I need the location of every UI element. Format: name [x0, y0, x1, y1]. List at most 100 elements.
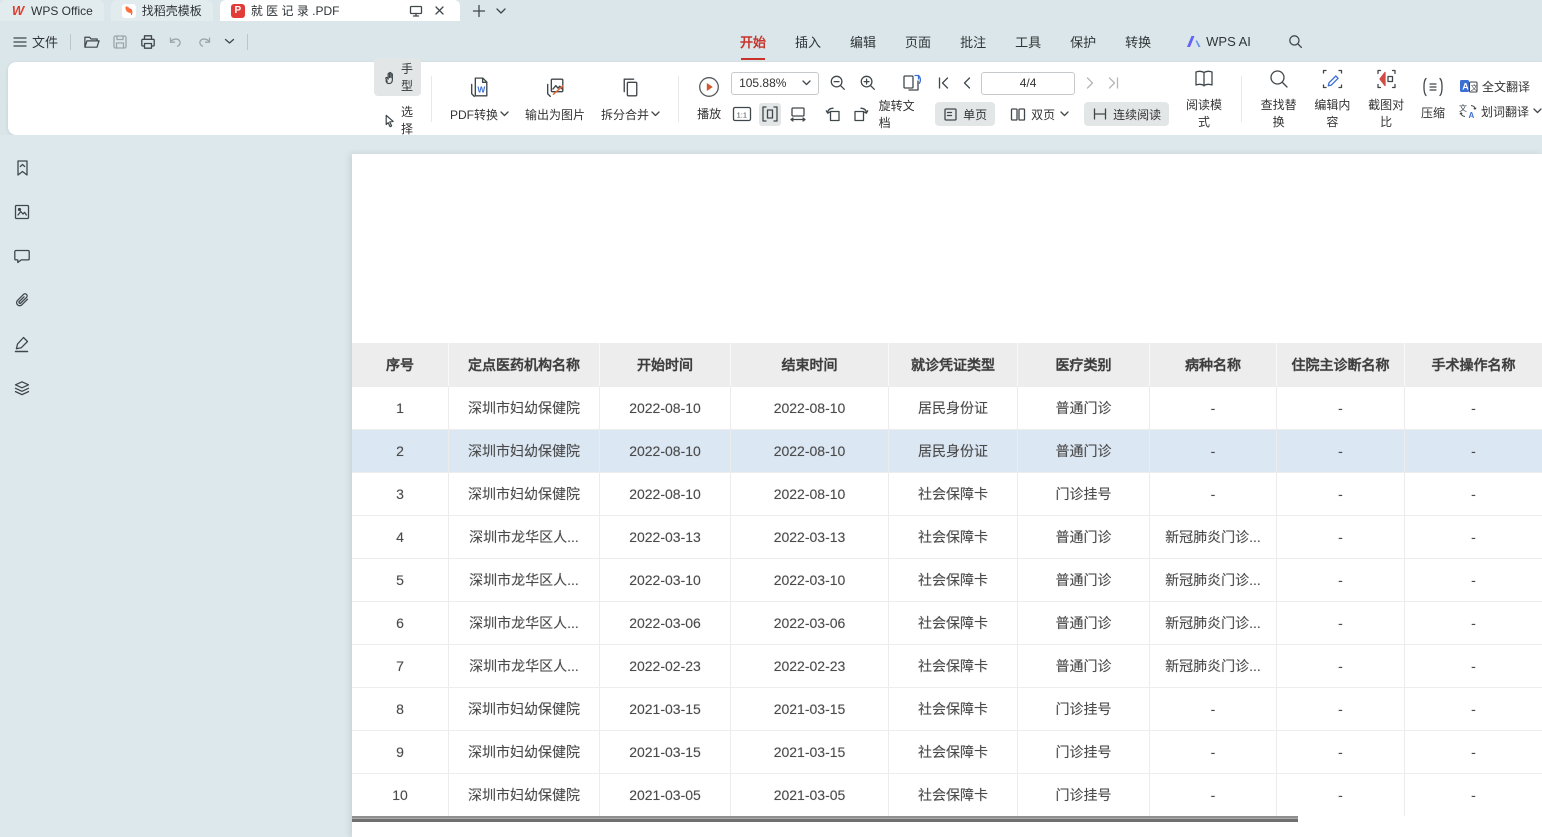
rotate-left-button[interactable] — [822, 103, 843, 126]
tab-bar: W WPS Office 找稻壳模板 P 就 医 记 录 .PDF — [0, 0, 1542, 21]
tab-docer-templates[interactable]: 找稻壳模板 — [111, 0, 213, 21]
chevron-down-icon — [1060, 111, 1069, 117]
table-cell: 社会保障卡 — [889, 473, 1018, 515]
compress-button[interactable]: 压缩 — [1413, 76, 1453, 121]
single-page-view-button[interactable]: 单页 — [935, 102, 995, 126]
ribbon-toolbar: 手型 选择 W PDF转换 输出为图片 — [8, 62, 1542, 135]
next-page-button[interactable] — [1082, 72, 1098, 94]
play-slideshow-button[interactable]: 播放 — [689, 75, 729, 122]
wps-ai-button[interactable]: WPS AI — [1186, 34, 1251, 49]
share-to-screen-icon[interactable] — [407, 2, 425, 20]
table-cell: - — [1405, 731, 1542, 773]
previous-page-button[interactable] — [958, 72, 974, 94]
table-header-cell: 就诊凭证类型 — [889, 343, 1018, 386]
menu-page[interactable]: 页面 — [905, 32, 931, 51]
zoom-level-select[interactable]: 105.88% — [731, 72, 819, 95]
find-replace-button[interactable]: 查找替换 — [1252, 68, 1306, 130]
menu-edit[interactable]: 编辑 — [850, 32, 876, 51]
table-cell: 新冠肺炎门诊... — [1150, 602, 1277, 644]
table-cell: 社会保障卡 — [889, 559, 1018, 601]
print-icon[interactable] — [140, 34, 156, 50]
close-tab-icon[interactable] — [431, 2, 449, 20]
table-cell: - — [1150, 473, 1277, 515]
table-cell: 居民身份证 — [889, 387, 1018, 429]
menu-home[interactable]: 开始 — [740, 32, 766, 51]
comment-icon[interactable] — [11, 245, 33, 267]
bookmark-icon[interactable] — [11, 157, 33, 179]
tab-document-active[interactable]: P 就 医 记 录 .PDF — [220, 0, 460, 21]
open-file-icon[interactable] — [83, 34, 100, 50]
table-cell: 2022-03-10 — [731, 559, 889, 601]
fit-width-button[interactable] — [788, 103, 809, 126]
attachment-icon[interactable] — [11, 289, 33, 311]
chevron-down-icon — [500, 111, 509, 117]
zoom-in-button[interactable] — [856, 72, 879, 95]
undo-icon[interactable] — [168, 35, 184, 49]
table-row: 7深圳市龙华区人...2022-02-232022-02-23社会保障卡普通门诊… — [352, 644, 1542, 687]
read-mode-button[interactable]: 阅读模式 — [1177, 68, 1231, 130]
replace-pages-button[interactable] — [900, 72, 923, 95]
table-header-cell: 序号 — [352, 343, 449, 386]
table-cell: 10 — [352, 774, 449, 816]
redo-icon[interactable] — [196, 35, 212, 49]
document-tab-title: 就 医 记 录 .PDF — [251, 2, 340, 19]
global-search-icon[interactable] — [1288, 34, 1303, 49]
file-menu-button[interactable]: 文件 — [13, 32, 58, 51]
table-cell: 3 — [352, 473, 449, 515]
table-cell: 8 — [352, 688, 449, 730]
edit-content-button[interactable]: 编辑内容 — [1306, 68, 1360, 130]
full-text-translate-button[interactable]: A 文 全文翻译 — [1459, 78, 1542, 95]
word-translate-button[interactable]: 文 A 划词翻译 — [1459, 103, 1542, 120]
table-cell: 社会保障卡 — [889, 774, 1018, 816]
layers-icon[interactable] — [11, 377, 33, 399]
table-row: 4深圳市龙华区人...2022-03-132022-03-13社会保障卡普通门诊… — [352, 515, 1542, 558]
chevron-down-icon — [1533, 108, 1542, 114]
continuous-read-button[interactable]: 连续阅读 — [1084, 102, 1169, 126]
pdf-page[interactable]: 序号定点医药机构名称开始时间结束时间就诊凭证类型医疗类别病种名称住院主诊断名称手… — [352, 154, 1542, 837]
pdf-convert-button[interactable]: W PDF转换 — [442, 75, 517, 123]
new-tab-button[interactable] — [472, 4, 486, 18]
menu-convert[interactable]: 转换 — [1125, 32, 1151, 51]
double-page-view-button[interactable]: 双页 — [1002, 102, 1077, 126]
table-header-cell: 病种名称 — [1150, 343, 1277, 386]
rotate-right-button[interactable] — [850, 103, 871, 126]
menu-protect[interactable]: 保护 — [1070, 32, 1096, 51]
tab-list-chevron-icon[interactable] — [496, 8, 506, 14]
menu-tools[interactable]: 工具 — [1015, 32, 1041, 51]
table-cell: 门诊挂号 — [1018, 473, 1150, 515]
menu-annotate[interactable]: 批注 — [960, 32, 986, 51]
save-icon[interactable] — [112, 34, 128, 50]
export-as-image-button[interactable]: 输出为图片 — [517, 75, 593, 123]
split-merge-button[interactable]: 拆分合并 — [593, 75, 668, 123]
actual-size-button[interactable]: 1:1 — [731, 103, 752, 126]
select-tool-button[interactable]: 选择 — [374, 101, 421, 139]
divider — [678, 76, 679, 122]
fit-page-button[interactable] — [759, 103, 780, 126]
first-page-button[interactable] — [935, 72, 951, 94]
table-cell: - — [1405, 387, 1542, 429]
screenshot-compare-button[interactable]: 截图对比 — [1359, 68, 1413, 130]
table-cell: 2021-03-15 — [600, 688, 731, 730]
menu-insert[interactable]: 插入 — [795, 32, 821, 51]
last-page-button[interactable] — [1105, 72, 1121, 94]
table-cell: - — [1405, 430, 1542, 472]
quickbar-more-chevron-icon[interactable] — [224, 38, 235, 45]
book-icon — [1192, 68, 1216, 90]
table-cell: 新冠肺炎门诊... — [1150, 559, 1277, 601]
table-horizontal-scrollbar-image — [352, 818, 1298, 822]
page-thumbnail-icon[interactable] — [11, 201, 33, 223]
tab-title: WPS Office — [31, 4, 93, 18]
table-cell: 2022-03-13 — [731, 516, 889, 558]
table-cell: 2021-03-05 — [600, 774, 731, 816]
svg-text:文: 文 — [1471, 83, 1478, 92]
table-cell: - — [1405, 774, 1542, 816]
tab-wps-home[interactable]: W WPS Office — [0, 0, 104, 21]
hand-tool-button[interactable]: 手型 — [374, 58, 421, 96]
table-cell: 普通门诊 — [1018, 516, 1150, 558]
zoom-out-button[interactable] — [826, 72, 849, 95]
page-number-input[interactable] — [981, 72, 1075, 95]
signature-icon[interactable] — [11, 333, 33, 355]
table-cell: 2022-08-10 — [731, 430, 889, 472]
rotate-document-label[interactable]: 旋转文档 — [879, 97, 923, 131]
table-header-cell: 医疗类别 — [1018, 343, 1150, 386]
